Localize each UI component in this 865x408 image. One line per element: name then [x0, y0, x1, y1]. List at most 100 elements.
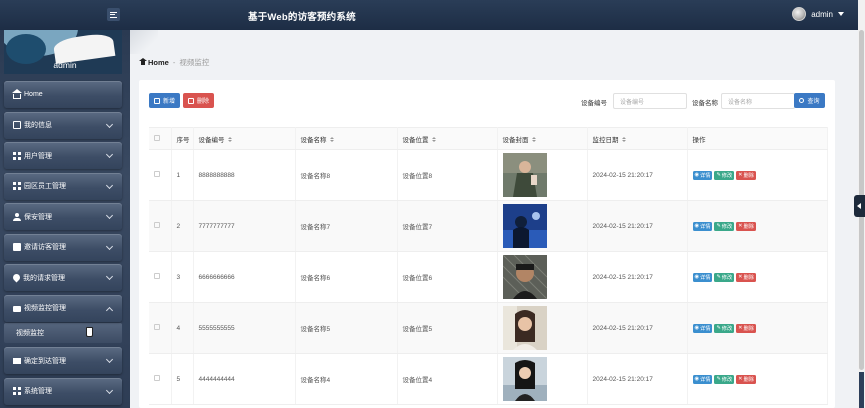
add-button[interactable]: 新增 — [149, 93, 180, 108]
sidebar-item-staff-management[interactable]: 园区员工管理 — [4, 172, 122, 200]
sidebar-item-user-management[interactable]: 用户管理 — [4, 142, 122, 169]
detail-button[interactable]: ◉ 详情 — [692, 170, 713, 180]
sidebar-subitem-video-monitor[interactable]: 视频监控 — [4, 323, 122, 343]
eye-icon: ◉ — [694, 376, 700, 382]
remove-button-label: 删除 — [743, 376, 754, 383]
cover-image[interactable] — [502, 357, 547, 401]
column-header-date[interactable]: 监控日期 — [587, 127, 688, 150]
remove-button[interactable]: ✕ 删除 — [736, 221, 756, 231]
remove-button-label: 删除 — [743, 274, 754, 281]
row-checkbox[interactable] — [149, 302, 172, 354]
sidebar-item-home[interactable]: Home — [4, 81, 122, 108]
data-table: 序号 设备编号 设备名称 设备位置 设备封面 监控日期 操作 1 8888888… — [149, 127, 828, 405]
remove-button[interactable]: ✕ 删除 — [736, 272, 756, 282]
column-header-location[interactable]: 设备位置 — [397, 127, 498, 150]
home-icon — [12, 88, 22, 99]
table-header-row: 序号 设备编号 设备名称 设备位置 设备封面 监控日期 操作 — [149, 127, 828, 150]
detail-button[interactable]: ◉ 详情 — [692, 221, 713, 231]
detail-button[interactable]: ◉ 详情 — [692, 323, 713, 333]
chevron-down-icon — [105, 120, 114, 128]
detail-button-label: 详情 — [700, 325, 711, 332]
chevron-left-icon[interactable] — [854, 195, 865, 217]
menu-toggle-icon[interactable] — [107, 8, 120, 21]
cover-image[interactable] — [502, 204, 547, 248]
sidebar-item-security-management[interactable]: 保安管理 — [4, 203, 122, 230]
sort-icon[interactable] — [329, 136, 334, 143]
corner-decoration — [130, 30, 158, 54]
search-button-label: 查询 — [807, 99, 820, 105]
chevron-down-icon — [105, 181, 114, 189]
row-checkbox[interactable] — [149, 353, 172, 405]
top-header: 基于Web的访客预约系统 admin — [0, 0, 865, 30]
user-menu[interactable]: admin — [792, 7, 844, 21]
cell-location: 设备位置4 — [397, 353, 498, 405]
cell-no: 4 — [171, 302, 194, 354]
cell-code: 5555555555 — [193, 302, 296, 354]
caret-down-icon[interactable] — [838, 12, 844, 16]
sort-icon[interactable] — [621, 136, 626, 143]
cell-name: 设备名称8 — [295, 149, 398, 201]
device-name-input[interactable]: 设备名称 — [721, 93, 795, 109]
remove-button[interactable]: ✕ 删除 — [736, 170, 756, 180]
sidebar-item-visitor-invite[interactable]: 邀请访客管理 — [4, 233, 122, 261]
delete-button[interactable]: 删除 — [183, 93, 214, 108]
close-icon: ✕ — [738, 325, 743, 331]
cell-no: 5 — [171, 353, 194, 405]
sort-icon[interactable] — [227, 136, 232, 143]
device-code-input[interactable]: 设备编号 — [613, 93, 687, 109]
edit-button-label: 修改 — [721, 376, 733, 383]
remove-button[interactable]: ✕ 删除 — [736, 374, 756, 384]
cell-cover — [497, 353, 588, 405]
detail-button[interactable]: ◉ 详情 — [692, 374, 713, 384]
remove-button[interactable]: ✕ 删除 — [736, 323, 756, 333]
sort-icon[interactable] — [431, 136, 436, 143]
breadcrumb-home-label[interactable]: Home — [148, 58, 169, 67]
edit-button[interactable]: ✎ 修改 — [714, 170, 735, 180]
cell-location: 设备位置6 — [397, 251, 498, 303]
sidebar-item-video-monitoring[interactable]: 视频监控管理 — [4, 294, 122, 322]
scrollbar-bottom[interactable] — [859, 372, 864, 408]
column-header-name[interactable]: 设备名称 — [295, 127, 398, 150]
sort-icon[interactable] — [531, 136, 536, 143]
detail-button-label: 详情 — [700, 223, 711, 230]
edit-button[interactable]: ✎ 修改 — [714, 272, 735, 282]
sidebar-item-label: Home — [24, 91, 43, 98]
cell-code: 7777777777 — [193, 200, 296, 252]
add-button-label: 新增 — [162, 99, 175, 105]
cell-actions: ◉ 详情 ✎ 修改 ✕ 删除 — [687, 251, 828, 303]
sidebar-item-my-requests[interactable]: 我的请求管理 — [4, 264, 122, 291]
breadcrumb-home[interactable]: Home — [139, 58, 169, 67]
column-header-label: 设备名称 — [300, 136, 327, 144]
edit-button-label: 修改 — [721, 223, 733, 230]
edit-button[interactable]: ✎ 修改 — [714, 323, 735, 333]
column-header-code[interactable]: 设备编号 — [193, 127, 296, 150]
cell-cover — [497, 149, 588, 201]
cell-cover — [497, 251, 588, 303]
sidebar-item-label: 确定到达管理 — [24, 357, 66, 365]
toolbar: 新增 删除 设备编号 设备编号 设备名称 设备名称 查询 — [149, 93, 825, 109]
row-checkbox[interactable] — [149, 149, 172, 201]
sidebar-item-system-management[interactable]: 系统管理 — [4, 377, 122, 405]
detail-button[interactable]: ◉ 详情 — [692, 272, 713, 282]
row-checkbox[interactable] — [149, 200, 172, 252]
content-panel: 新增 删除 设备编号 设备编号 设备名称 设备名称 查询 序号 设备编号 设备名… — [139, 80, 835, 408]
chevron-down-icon — [105, 150, 114, 159]
sidebar-item-my-info[interactable]: 我的信息 — [4, 111, 122, 139]
select-all-checkbox[interactable] — [149, 127, 172, 150]
edit-button[interactable]: ✎ 修改 — [714, 374, 735, 384]
sidebar-item-arrival-confirm[interactable]: 确定到达管理 — [4, 347, 122, 374]
row-checkbox[interactable] — [149, 251, 172, 303]
user-name[interactable]: admin — [811, 10, 833, 19]
detail-button-label: 详情 — [700, 274, 711, 281]
search-button[interactable]: 查询 — [794, 93, 825, 108]
close-icon: ✕ — [738, 376, 743, 382]
cell-actions: ◉ 详情 ✎ 修改 ✕ 删除 — [687, 302, 828, 354]
edit-button[interactable]: ✎ 修改 — [714, 221, 735, 231]
chevron-up-icon — [105, 306, 114, 314]
cover-image[interactable] — [502, 153, 547, 197]
eye-icon: ◉ — [694, 172, 700, 178]
avatar[interactable] — [792, 7, 807, 21]
cover-image[interactable] — [502, 306, 547, 350]
cover-image[interactable] — [502, 255, 547, 299]
column-header-cover[interactable]: 设备封面 — [497, 127, 588, 150]
